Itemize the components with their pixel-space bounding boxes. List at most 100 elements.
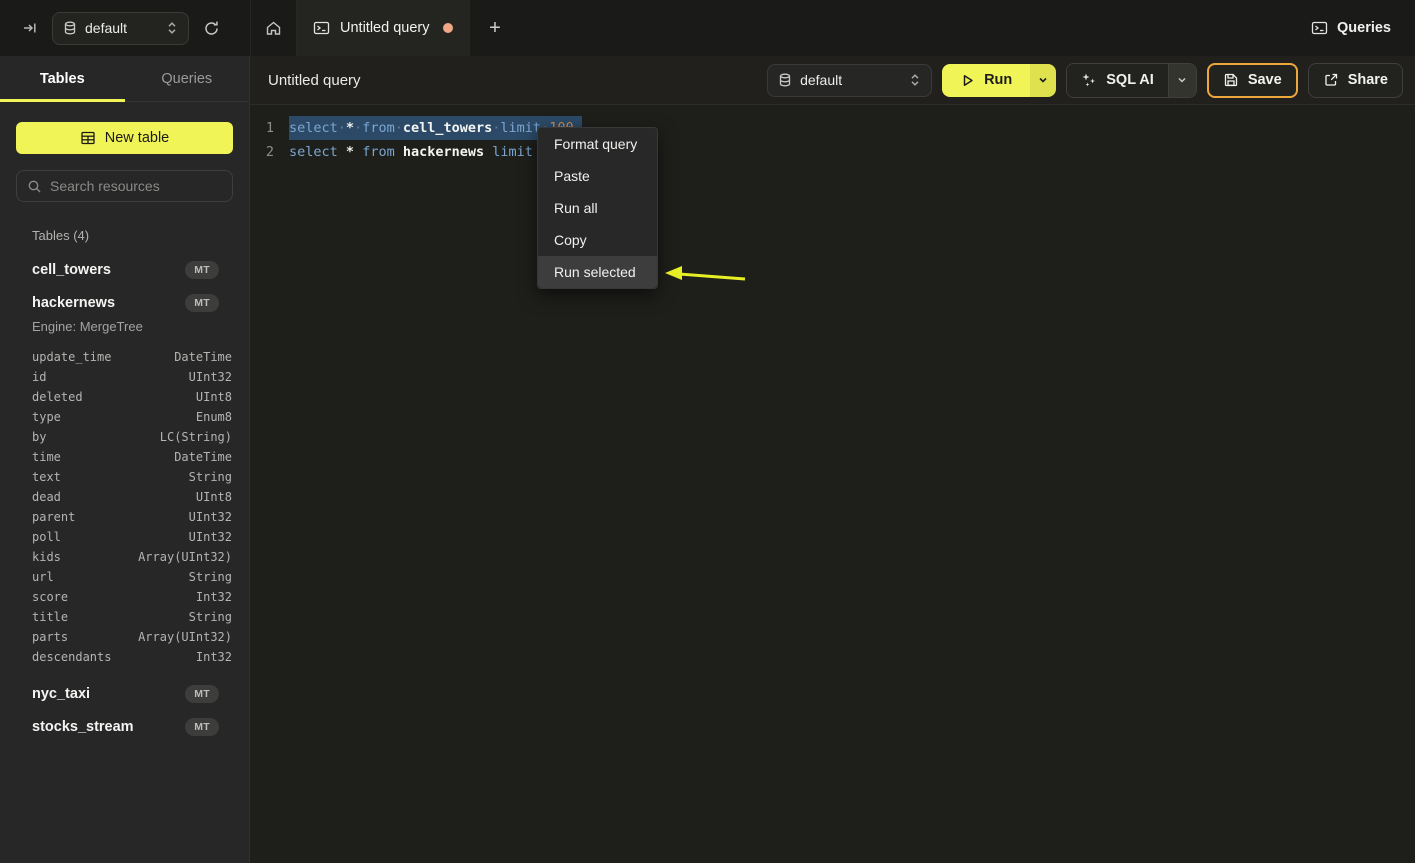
page-title: Untitled query — [268, 72, 361, 89]
token-star: * — [346, 120, 354, 136]
queries-button-label: Queries — [1337, 20, 1391, 36]
column-type: DateTime — [174, 347, 232, 367]
run-button-label: Run — [984, 72, 1012, 88]
refresh-button[interactable] — [195, 12, 227, 44]
home-button[interactable] — [250, 0, 297, 56]
code-line: 1select·*·from·cell_towers·limit·100 — [250, 116, 1415, 140]
context-menu-item[interactable]: Copy — [538, 224, 657, 256]
column-type: Int32 — [196, 587, 232, 607]
column-row: descendantsInt32 — [0, 647, 249, 667]
sidebar-tab-tables[interactable]: Tables — [0, 56, 125, 101]
sidebar-collapse-button[interactable] — [14, 12, 46, 44]
annotation-arrow — [663, 261, 749, 289]
token-kw: select — [289, 120, 338, 136]
engine-badge: MT — [185, 685, 219, 703]
column-row: idUInt32 — [0, 367, 249, 387]
column-type: LC(String) — [160, 427, 232, 447]
arrow-to-right-icon — [22, 20, 38, 36]
token-kw: from — [362, 120, 395, 136]
sql-ai-split-button: SQL AI — [1066, 63, 1197, 98]
column-row: deadUInt8 — [0, 487, 249, 507]
table-row[interactable]: hackernewsMT — [0, 286, 249, 319]
column-type: Array(UInt32) — [138, 627, 232, 647]
token-kw: limit — [492, 144, 533, 160]
new-tab-button[interactable]: + — [470, 0, 519, 56]
share-button[interactable]: Share — [1308, 63, 1403, 98]
column-type: Int32 — [196, 647, 232, 667]
engine-badge: MT — [185, 261, 219, 279]
column-row: titleString — [0, 607, 249, 627]
column-name: kids — [32, 547, 61, 567]
token-sp — [354, 144, 362, 160]
table-row[interactable]: nyc_taxi MT — [0, 677, 249, 710]
new-table-button[interactable]: New table — [16, 122, 233, 154]
column-type: UInt8 — [196, 487, 232, 507]
line-number: 1 — [250, 116, 274, 140]
context-menu-item[interactable]: Run all — [538, 192, 657, 224]
context-menu-item[interactable]: Format query — [538, 128, 657, 160]
sidebar-tabs: Tables Queries — [0, 56, 249, 102]
code-line: 2select * from hackernews limit — [250, 140, 1415, 164]
column-type: String — [189, 567, 232, 587]
engine-badge: MT — [185, 294, 219, 312]
search-input[interactable] — [50, 178, 222, 194]
column-name: by — [32, 427, 46, 447]
run-options-button[interactable] — [1030, 64, 1056, 97]
token-tbl: hackernews — [403, 144, 484, 160]
search-box — [16, 170, 233, 202]
database-selector-value: default — [85, 20, 158, 36]
unsaved-dot — [443, 23, 453, 33]
token-tbl: cell_towers — [403, 120, 492, 136]
database-icon — [778, 73, 792, 88]
sql-ai-label: SQL AI — [1106, 72, 1154, 88]
new-table-label: New table — [105, 130, 169, 146]
queries-button[interactable]: Queries — [1311, 0, 1391, 56]
share-icon — [1323, 72, 1339, 88]
chevron-up-down-icon — [909, 73, 921, 87]
topbar-database-selector[interactable]: default — [52, 12, 189, 45]
query-header: Untitled query default — [250, 56, 1415, 105]
column-name: parent — [32, 507, 75, 527]
token-sp — [338, 144, 346, 160]
token-sp: · — [338, 120, 346, 136]
sidebar-tab-queries[interactable]: Queries — [125, 56, 250, 101]
table-engine: Engine: MergeTree — [0, 319, 249, 341]
terminal-icon — [313, 20, 330, 36]
run-button[interactable]: Run — [942, 64, 1030, 97]
refresh-icon — [203, 20, 220, 37]
column-row: pollUInt32 — [0, 527, 249, 547]
column-type: String — [189, 467, 232, 487]
tab-untitled-query[interactable]: Untitled query — [297, 0, 470, 56]
table-name: nyc_taxi — [32, 686, 90, 702]
table-row[interactable]: cell_towersMT — [0, 253, 249, 286]
save-icon — [1223, 72, 1239, 88]
column-name: url — [32, 567, 54, 587]
column-name: time — [32, 447, 61, 467]
database-icon — [63, 21, 77, 36]
query-database-selector[interactable]: default — [767, 64, 932, 97]
plus-icon: + — [489, 17, 501, 40]
context-menu-item[interactable]: Paste — [538, 160, 657, 192]
table-row[interactable]: stocks_streamMT — [0, 710, 249, 743]
column-type: UInt8 — [196, 387, 232, 407]
share-button-label: Share — [1348, 72, 1388, 88]
column-row: typeEnum8 — [0, 407, 249, 427]
sql-ai-options-button[interactable] — [1168, 64, 1196, 97]
token-sp — [395, 144, 403, 160]
column-name: parts — [32, 627, 68, 647]
token-kw: select — [289, 144, 338, 160]
tables-section-title: Tables (4) — [32, 228, 249, 243]
column-row: parts Array(UInt32) — [0, 627, 249, 647]
column-row: url String — [0, 567, 249, 587]
line-number: 2 — [250, 140, 274, 164]
column-name: update_time — [32, 347, 111, 367]
save-button-label: Save — [1248, 72, 1282, 88]
chevron-down-icon — [1176, 74, 1188, 86]
context-menu-item[interactable]: Run selected — [538, 256, 657, 288]
sql-ai-button[interactable]: SQL AI — [1067, 64, 1168, 97]
sql-editor[interactable]: 1select·*·from·cell_towers·limit·1002sel… — [250, 105, 1415, 863]
tab-title: Untitled query — [340, 20, 429, 36]
save-button[interactable]: Save — [1207, 63, 1298, 98]
column-name: text — [32, 467, 61, 487]
tables-list: cell_towersMThackernewsMTEngine: MergeTr… — [0, 253, 249, 743]
